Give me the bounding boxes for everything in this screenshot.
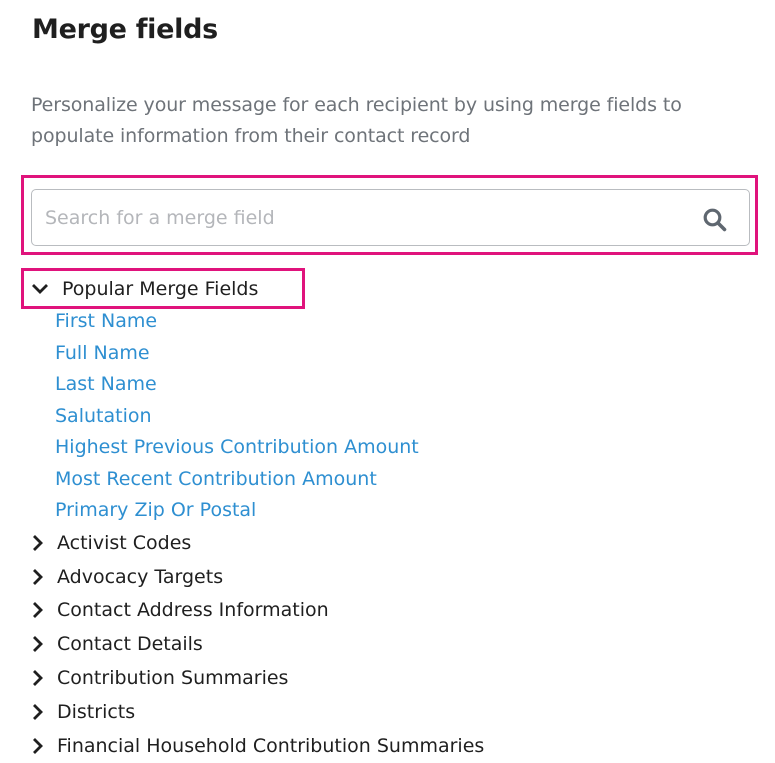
chevron-right-icon bbox=[33, 534, 43, 551]
merge-field-salutation[interactable]: Salutation bbox=[55, 405, 152, 427]
list-item: Full Name bbox=[55, 338, 419, 370]
category-label: Contact Details bbox=[57, 633, 203, 656]
list-item: First Name bbox=[55, 306, 419, 338]
search-icon[interactable] bbox=[702, 207, 728, 233]
category-activist-codes[interactable]: Activist Codes bbox=[30, 526, 484, 560]
category-advocacy-targets[interactable]: Advocacy Targets bbox=[30, 560, 484, 594]
merge-field-categories: Activist Codes Advocacy Targets Contact … bbox=[30, 526, 484, 763]
category-contribution-summaries[interactable]: Contribution Summaries bbox=[30, 661, 484, 695]
popular-merge-fields-toggle[interactable]: Popular Merge Fields bbox=[30, 276, 258, 302]
chevron-right-icon bbox=[33, 670, 43, 687]
category-financial-household-contribution-summaries[interactable]: Financial Household Contribution Summari… bbox=[30, 729, 484, 763]
chevron-right-icon bbox=[33, 636, 43, 653]
list-item: Last Name bbox=[55, 369, 419, 401]
search-input[interactable] bbox=[32, 190, 685, 245]
chevron-right-icon bbox=[33, 568, 43, 585]
merge-field-last-name[interactable]: Last Name bbox=[55, 373, 157, 395]
page-title: Merge fields bbox=[32, 14, 218, 45]
category-contact-details[interactable]: Contact Details bbox=[30, 627, 484, 661]
list-item: Salutation bbox=[55, 401, 419, 433]
chevron-down-icon bbox=[32, 284, 48, 294]
popular-merge-fields-label: Popular Merge Fields bbox=[62, 278, 259, 300]
category-label: Contribution Summaries bbox=[57, 667, 289, 690]
merge-field-highest-previous-contribution[interactable]: Highest Previous Contribution Amount bbox=[55, 436, 419, 458]
list-item: Primary Zip Or Postal bbox=[55, 495, 419, 527]
category-label: Districts bbox=[57, 700, 136, 723]
merge-field-first-name[interactable]: First Name bbox=[55, 310, 157, 332]
page-description: Personalize your message for each recipi… bbox=[31, 94, 682, 147]
search-box bbox=[31, 189, 750, 246]
category-label: Contact Address Information bbox=[57, 599, 329, 622]
merge-field-most-recent-contribution[interactable]: Most Recent Contribution Amount bbox=[55, 468, 377, 490]
category-contact-address-information[interactable]: Contact Address Information bbox=[30, 594, 484, 628]
chevron-right-icon bbox=[33, 602, 43, 619]
chevron-right-icon bbox=[33, 737, 43, 754]
category-label: Financial Household Contribution Summari… bbox=[57, 734, 485, 757]
category-label: Advocacy Targets bbox=[57, 565, 224, 588]
chevron-right-icon bbox=[33, 703, 43, 720]
list-item: Most Recent Contribution Amount bbox=[55, 464, 419, 496]
list-item: Highest Previous Contribution Amount bbox=[55, 432, 419, 464]
category-districts[interactable]: Districts bbox=[30, 695, 484, 729]
popular-fields-list: First Name Full Name Last Name Salutatio… bbox=[55, 306, 419, 527]
category-label: Activist Codes bbox=[57, 531, 192, 554]
merge-field-primary-zip[interactable]: Primary Zip Or Postal bbox=[55, 499, 256, 521]
merge-field-full-name[interactable]: Full Name bbox=[55, 342, 150, 364]
